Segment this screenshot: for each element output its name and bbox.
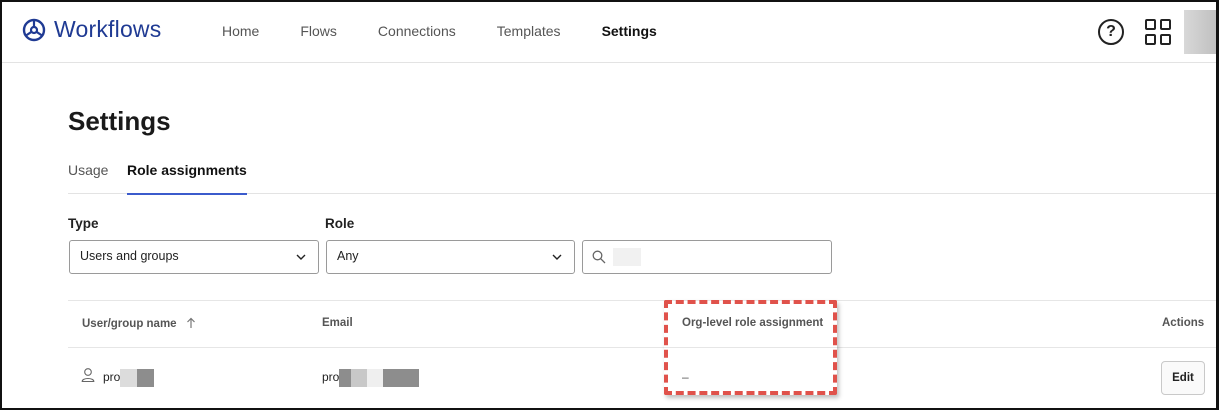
role-filter-label: Role xyxy=(325,216,355,231)
role-filter-select[interactable]: Any xyxy=(326,240,575,274)
table-header: User/group name Email Org-level role ass… xyxy=(68,300,1216,348)
column-header-email[interactable]: Email xyxy=(322,317,353,329)
row-email: pro xyxy=(322,369,420,387)
row-name-text: pro xyxy=(103,370,121,385)
search-input[interactable] xyxy=(582,240,832,274)
tab-usage[interactable]: Usage xyxy=(68,162,108,192)
redacted-block xyxy=(137,369,155,387)
table-row: pro pro – Edit xyxy=(68,348,1216,408)
chevron-down-icon xyxy=(296,254,306,260)
nav-home[interactable]: Home xyxy=(222,23,259,39)
search-icon xyxy=(592,250,606,264)
sort-ascending-icon[interactable] xyxy=(186,317,196,329)
nav-settings[interactable]: Settings xyxy=(602,23,657,39)
column-header-name[interactable]: User/group name xyxy=(82,317,196,330)
column-header-actions: Actions xyxy=(1162,317,1205,329)
app-switcher-icon[interactable] xyxy=(1145,19,1171,45)
nav-templates[interactable]: Templates xyxy=(497,23,561,39)
app-window: Workflows Home Flows Connections Templat… xyxy=(0,0,1219,410)
nav-connections[interactable]: Connections xyxy=(378,23,456,39)
role-filter-value: Any xyxy=(337,249,359,263)
column-header-org-role[interactable]: Org-level role assignment xyxy=(682,317,823,329)
settings-tabs: Usage Role assignments xyxy=(68,162,1216,195)
search-value-redacted xyxy=(613,248,641,266)
type-filter-label: Type xyxy=(68,216,99,231)
help-icon[interactable]: ? xyxy=(1098,19,1124,45)
page-title: Settings xyxy=(68,106,171,136)
user-icon xyxy=(81,368,95,383)
row-org-role: – xyxy=(682,370,689,384)
top-navigation-bar: Workflows Home Flows Connections Templat… xyxy=(2,2,1216,63)
redacted-block xyxy=(383,369,420,387)
redacted-block xyxy=(120,369,138,387)
row-email-text: pro xyxy=(322,370,340,385)
tab-role-assignments[interactable]: Role assignments xyxy=(127,162,247,195)
main-nav: Home Flows Connections Templates Setting… xyxy=(222,23,698,39)
redacted-block xyxy=(351,369,368,387)
column-header-name-label: User/group name xyxy=(82,318,177,330)
app-name: Workflows xyxy=(54,16,162,42)
brand[interactable]: Workflows xyxy=(22,16,161,43)
type-filter-select[interactable]: Users and groups xyxy=(69,240,319,274)
redacted-block xyxy=(367,369,384,387)
workflows-logo-icon xyxy=(22,18,46,41)
edit-button[interactable]: Edit xyxy=(1161,361,1205,395)
chevron-down-icon xyxy=(552,254,562,260)
role-assignments-table: User/group name Email Org-level role ass… xyxy=(68,300,1216,408)
type-filter-value: Users and groups xyxy=(80,249,179,263)
redacted-block xyxy=(339,369,352,387)
nav-flows[interactable]: Flows xyxy=(300,23,337,39)
row-name: pro xyxy=(103,369,155,387)
avatar[interactable] xyxy=(1184,10,1216,54)
